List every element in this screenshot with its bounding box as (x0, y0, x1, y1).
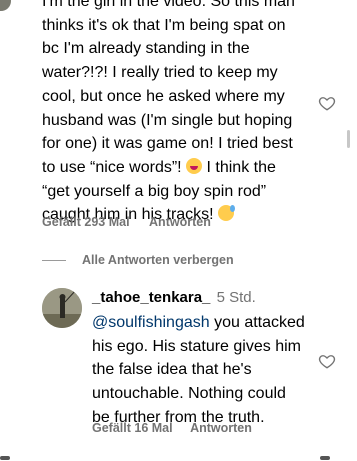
reply-button[interactable]: Antworten (149, 215, 211, 229)
comment-text: I'm the girl in the video. So this man t… (42, 0, 295, 224)
avatar[interactable] (42, 288, 82, 328)
reply-text: @soulfishingash you attacked his ego. Hi… (92, 314, 305, 426)
hide-replies-label: Alle Antworten verbergen (82, 253, 234, 267)
comment: I'm the girl in the video. So this man t… (42, 0, 312, 227)
reply-like-heart-icon[interactable] (318, 352, 336, 370)
scrollbar[interactable] (347, 130, 350, 148)
bottom-bar (0, 452, 357, 461)
like-heart-icon[interactable] (318, 94, 336, 112)
mention-link[interactable]: @soulfishingash (92, 314, 210, 331)
reply-likes-count[interactable]: Gefällt 16 Mal (92, 421, 173, 435)
hide-replies-button[interactable]: Alle Antworten verbergen (42, 250, 234, 270)
bottom-mark (0, 456, 10, 460)
reply-timestamp: 5 Std. (216, 289, 256, 306)
comment-meta: Gefällt 293 Mal Antworten (42, 215, 227, 229)
avatar-image (42, 288, 82, 328)
previous-avatar[interactable] (0, 0, 11, 11)
reply-meta: Gefällt 16 Mal Antworten (92, 421, 266, 435)
divider (42, 259, 66, 261)
likes-count[interactable]: Gefällt 293 Mal (42, 215, 130, 229)
reply-comment: _tahoe_tenkara_ 5 Std. @soulfishingash y… (92, 288, 332, 430)
reply-reply-button[interactable]: Antworten (190, 421, 252, 435)
reply-username[interactable]: _tahoe_tenkara_ (92, 289, 210, 306)
bottom-mark (320, 456, 330, 460)
laughing-emoji-icon (186, 157, 203, 174)
